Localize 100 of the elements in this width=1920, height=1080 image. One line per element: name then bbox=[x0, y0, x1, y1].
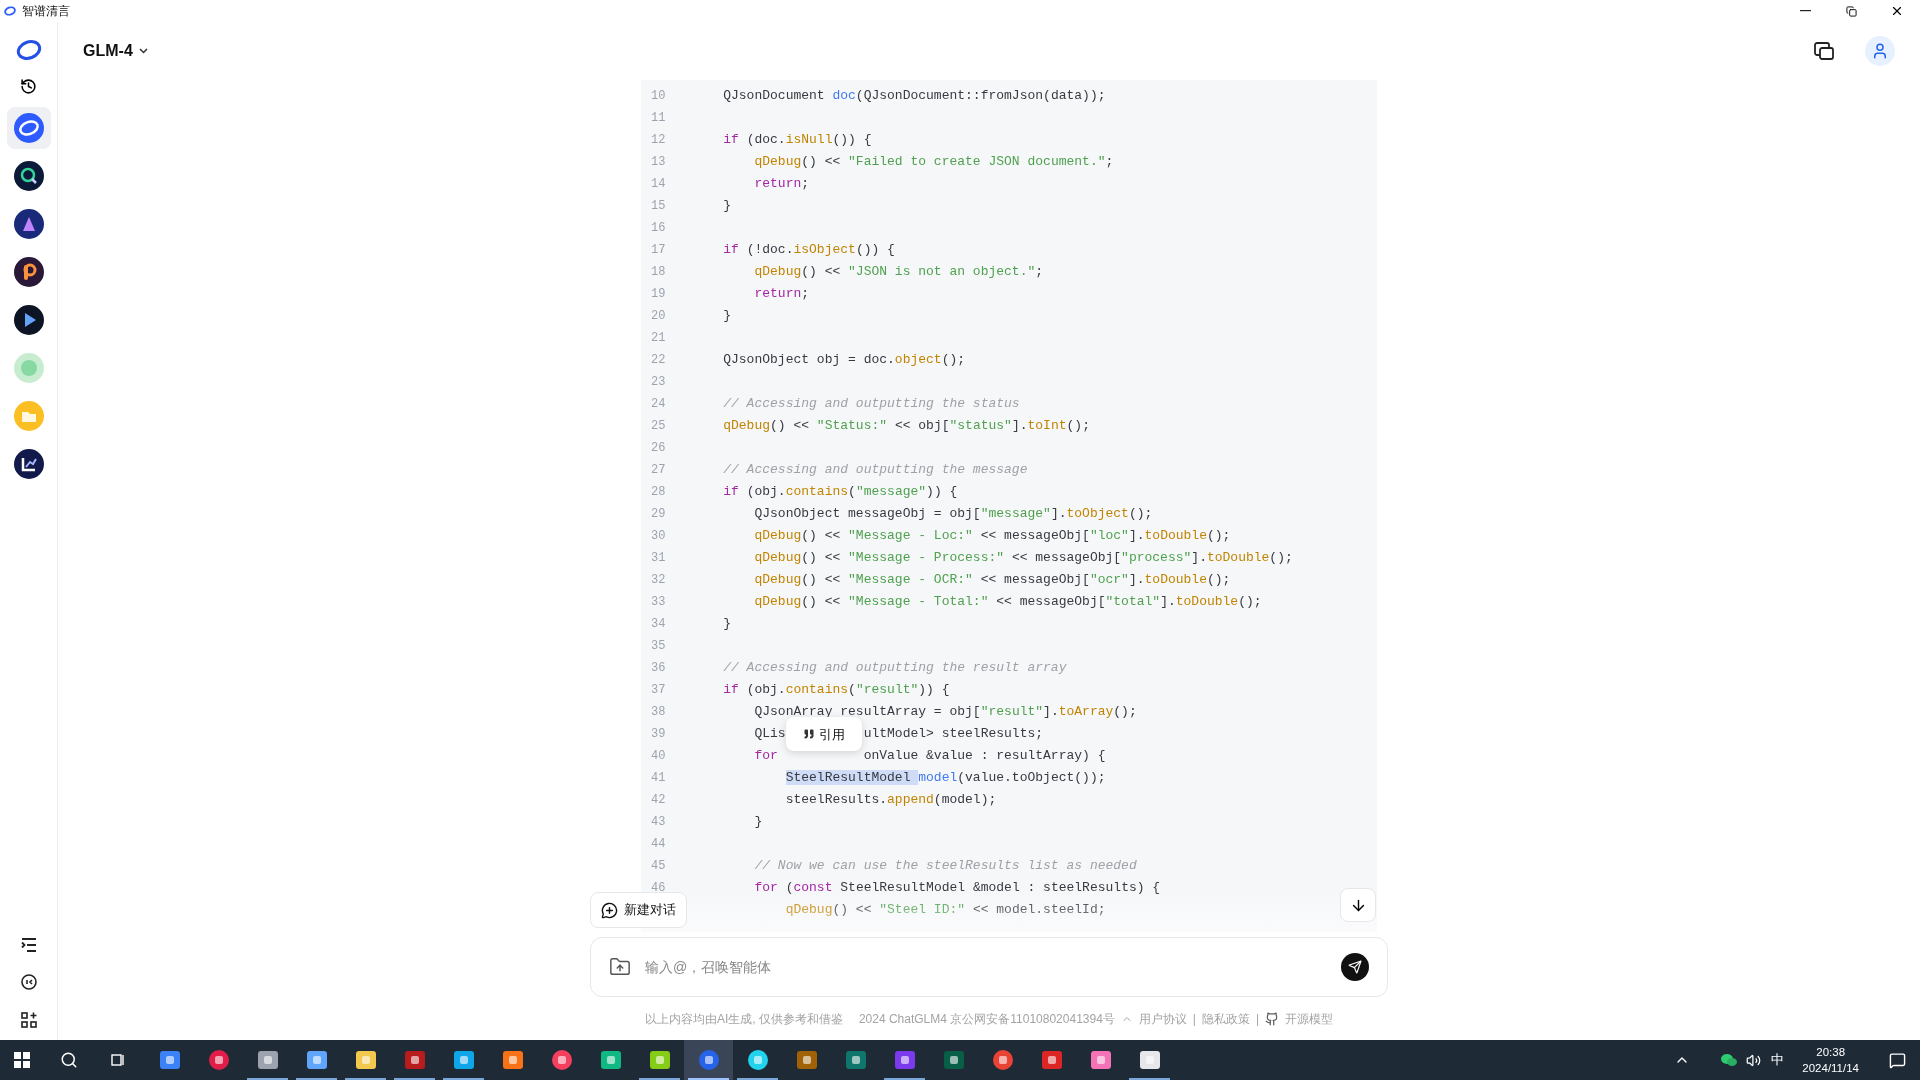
user-icon bbox=[1871, 42, 1889, 60]
code-line: if (doc.isNull()) { bbox=[722, 131, 872, 150]
line-number: 22 bbox=[650, 352, 667, 369]
code-line: } bbox=[722, 615, 732, 634]
line-number: 32 bbox=[650, 572, 667, 589]
minimize-icon bbox=[1799, 10, 1811, 12]
line-number: 42 bbox=[650, 792, 667, 809]
code-line: return; bbox=[753, 175, 810, 194]
line-number: 21 bbox=[650, 330, 667, 347]
line-number: 39 bbox=[650, 726, 667, 743]
line-number: 40 bbox=[650, 748, 667, 765]
clock[interactable]: 20:38 2024/11/14 bbox=[1802, 1044, 1859, 1076]
line-number: 23 bbox=[650, 374, 667, 391]
apps-icon[interactable] bbox=[20, 1012, 37, 1028]
new-chat-button[interactable]: 新建对话 bbox=[590, 892, 687, 928]
line-number: 24 bbox=[650, 396, 667, 413]
code-line: for (const SteelResultModel &model : steelResults) { bbox=[753, 879, 1161, 898]
code-line: if (!doc.isObject()) { bbox=[722, 241, 895, 260]
footer-text: 2024 ChatGLM4 京公网安备11010802041394号 bbox=[858, 1010, 1115, 1028]
user-avatar[interactable] bbox=[1865, 36, 1895, 66]
line-number: 27 bbox=[650, 462, 667, 479]
window-title: 智谱清言 bbox=[22, 3, 70, 20]
app-icon bbox=[403, 1049, 426, 1071]
code-line: } bbox=[753, 813, 763, 832]
line-number: 38 bbox=[650, 704, 667, 721]
glow-circle-icon bbox=[13, 353, 44, 383]
footer-separator: | bbox=[1192, 1010, 1196, 1028]
quote-popup[interactable]: 引用 bbox=[785, 717, 862, 752]
app-icon bbox=[1089, 1049, 1112, 1071]
code-line: } bbox=[722, 307, 732, 326]
app-icon bbox=[1138, 1049, 1161, 1071]
code-line: return; bbox=[753, 285, 810, 304]
line-number: 34 bbox=[650, 616, 667, 633]
line-number: 36 bbox=[650, 660, 667, 677]
line-number: 17 bbox=[650, 242, 667, 259]
message-input[interactable]: 输入@，召唤智能体 bbox=[590, 937, 1388, 997]
line-number: 41 bbox=[650, 770, 667, 787]
line-number: 14 bbox=[650, 176, 667, 193]
line-number: 33 bbox=[650, 594, 667, 611]
line-number: 19 bbox=[650, 286, 667, 303]
line-number: 31 bbox=[650, 550, 667, 567]
app-icon bbox=[550, 1049, 573, 1071]
code-line: qDebug() << "Message - OCR:" << messageObj["ocr"].toDouble(); bbox=[753, 571, 1231, 590]
code-line: qDebug() << "Failed to create JSON document."; bbox=[753, 153, 1114, 172]
line-number: 35 bbox=[650, 638, 667, 655]
line-number: 16 bbox=[650, 220, 667, 237]
line-number: 45 bbox=[650, 858, 667, 875]
footer-text: 以上内容均由AI生成, 仅供参考和借鉴 bbox=[644, 1010, 843, 1028]
task-view-icon bbox=[110, 1052, 126, 1068]
restore-icon bbox=[1845, 5, 1857, 17]
windows-logo-icon bbox=[14, 1052, 30, 1068]
upload-folder-icon[interactable] bbox=[609, 956, 631, 978]
code-line: qDebug() << "JSON is not an object."; bbox=[753, 263, 1044, 282]
chat-bubbles-icon[interactable] bbox=[1720, 1053, 1739, 1067]
caret-icon bbox=[138, 48, 148, 54]
code-line: qDebug() << "Status:" << obj["status"].toInt(); bbox=[722, 417, 1090, 436]
code-line: // Accessing and outputting the message bbox=[722, 461, 1028, 480]
indent-list-icon[interactable] bbox=[20, 938, 37, 952]
code-line: qDebug() << "Message - Total:" << messageObj["total"].toDouble(); bbox=[753, 593, 1262, 612]
line-number: 43 bbox=[650, 814, 667, 831]
line-number: 11 bbox=[650, 110, 667, 127]
line-number: 20 bbox=[650, 308, 667, 325]
close-icon bbox=[1890, 4, 1904, 18]
speaker-icon[interactable] bbox=[1746, 1052, 1762, 1068]
code-line: if (obj.contains("message")) { bbox=[722, 483, 958, 502]
code-line: // Accessing and outputting the result array bbox=[722, 659, 1067, 678]
line-number: 44 bbox=[650, 836, 667, 853]
notification-icon[interactable] bbox=[1889, 1051, 1906, 1069]
dial-icon[interactable] bbox=[20, 974, 37, 990]
line-number: 15 bbox=[650, 198, 667, 215]
code-line: qDebug() << "Message - Process:" << messageObj["process"].toDouble(); bbox=[753, 549, 1293, 568]
send-icon bbox=[1348, 960, 1362, 974]
send-button[interactable] bbox=[1341, 953, 1369, 981]
message-field[interactable]: 输入@，召唤智能体 bbox=[645, 956, 1327, 978]
line-number: 26 bbox=[650, 440, 667, 457]
code-line: if (obj.contains("result")) { bbox=[722, 681, 950, 700]
line-number: 13 bbox=[650, 154, 667, 171]
line-number: 30 bbox=[650, 528, 667, 545]
line-number: 37 bbox=[650, 682, 667, 699]
code-line: // Accessing and outputting the status bbox=[722, 395, 1020, 414]
line-number: 25 bbox=[650, 418, 667, 435]
code-line: // Now we can use the steelResults list as needed bbox=[753, 857, 1137, 876]
add-chat-icon bbox=[601, 901, 618, 919]
input-method[interactable]: 中 bbox=[1771, 1050, 1785, 1070]
history-icon[interactable] bbox=[20, 78, 37, 95]
code-line: steelResults.append(model); bbox=[784, 791, 997, 810]
github-icon[interactable] bbox=[1265, 1011, 1280, 1026]
line-number: 12 bbox=[650, 132, 667, 149]
code-line: } bbox=[722, 197, 732, 216]
code-line: qDebug() << "Steel ID:" << model.steelId; bbox=[784, 901, 1106, 920]
line-number: 18 bbox=[650, 264, 667, 281]
code-line: SteelResultModel model(value.toObject()); bbox=[784, 769, 1106, 788]
code-line: QJsonObject messageObj = obj["message"].toObject(); bbox=[753, 505, 1153, 524]
footer-separator: | bbox=[1255, 1010, 1260, 1028]
model-selector[interactable]: GLM-4 bbox=[83, 39, 148, 63]
quote-icon bbox=[802, 728, 815, 741]
line-number: 29 bbox=[650, 506, 667, 523]
scroll-down-button[interactable] bbox=[1340, 888, 1376, 922]
line-number: 28 bbox=[650, 484, 667, 501]
windows-icon[interactable] bbox=[1814, 42, 1834, 60]
